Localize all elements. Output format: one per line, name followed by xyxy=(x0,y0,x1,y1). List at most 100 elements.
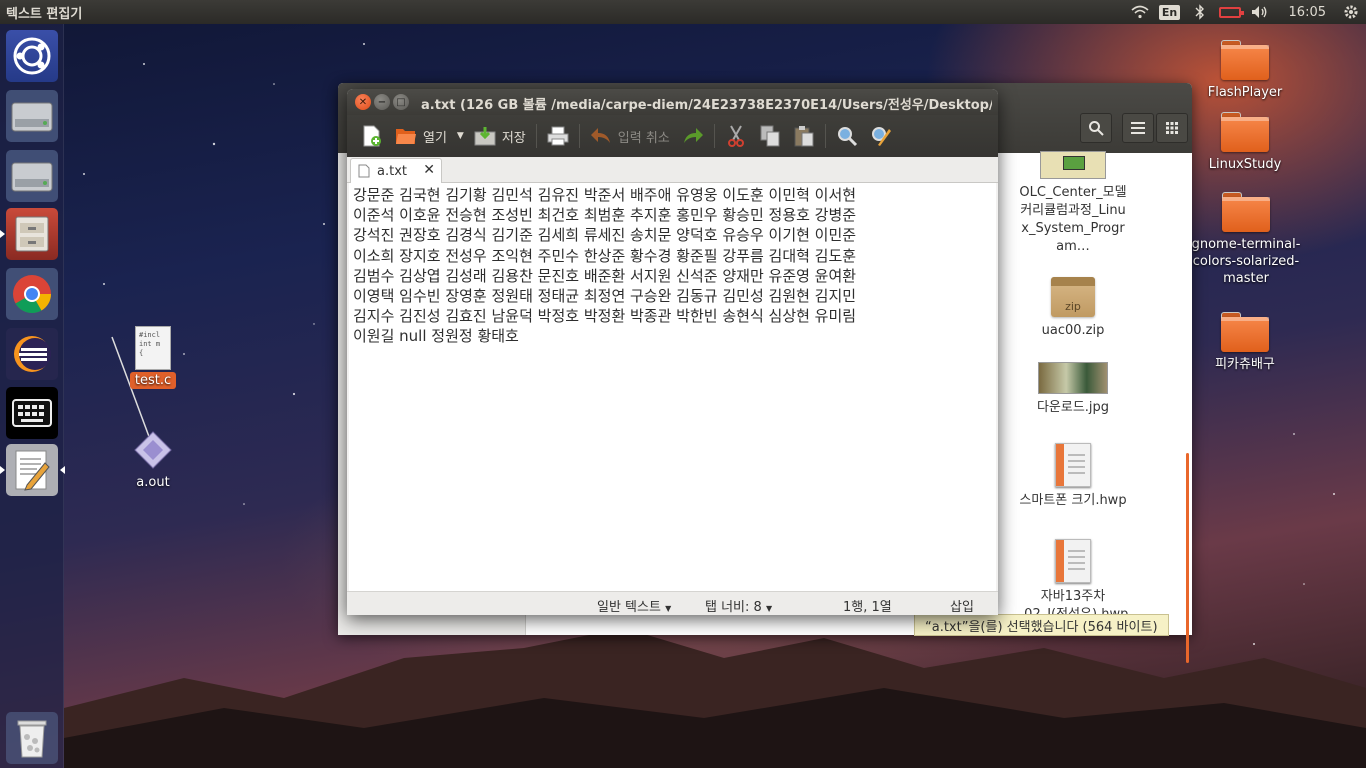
desktop-icon-label: test.c xyxy=(129,372,177,389)
desktop-folder-pikachu[interactable]: 피카츄배구 xyxy=(1198,312,1292,373)
trash-icon[interactable] xyxy=(6,712,58,764)
chevron-down-icon: ▼ xyxy=(665,604,672,613)
undo-button[interactable]: 입력 취소 xyxy=(584,121,676,151)
new-document-button[interactable] xyxy=(355,121,389,151)
top-panel: 텍스트 편집기 En 16:05 xyxy=(0,0,1366,24)
close-window-button[interactable]: ✕ xyxy=(355,94,371,110)
desktop-icon-label: FlashPlayer xyxy=(1207,85,1283,100)
desktop-folder-gnome-terminal-colors[interactable]: gnome-terminal-colors-solarized-master xyxy=(1190,192,1302,287)
search-icon xyxy=(836,125,858,147)
executable-file-icon xyxy=(134,431,172,469)
language-label: 일반 텍스트 xyxy=(597,600,661,615)
file-item-uac00-zip[interactable]: zip uac00.zip xyxy=(998,277,1148,340)
clock[interactable]: 16:05 xyxy=(1275,5,1336,20)
file-manager-icon[interactable] xyxy=(0,208,58,260)
search-icon[interactable] xyxy=(1080,113,1112,143)
text-line: 강석진 권장호 김경식 김기준 김세희 류세진 송치문 양덕호 유승우 이기현 … xyxy=(353,226,857,245)
wifi-icon[interactable] xyxy=(1125,0,1155,24)
ubuntu-logo-icon[interactable] xyxy=(6,30,58,82)
keyboard-layout-label: En xyxy=(1158,4,1181,20)
document-tab[interactable]: a.txt ✕ xyxy=(350,158,442,183)
gear-icon[interactable] xyxy=(1336,0,1366,24)
print-button[interactable] xyxy=(541,121,575,151)
tab-width-selector[interactable]: 탭 너비: 8 ▼ xyxy=(705,596,772,615)
launcher xyxy=(0,24,65,768)
desktop-icon-label: 피카츄배구 xyxy=(1215,357,1275,372)
text-line: 이영택 임수빈 장영훈 정원태 정태균 최정연 구승완 김동규 김민성 김원현 … xyxy=(353,287,857,306)
desktop-folder-flashplayer[interactable]: FlashPlayer xyxy=(1198,40,1292,101)
battery-icon[interactable] xyxy=(1215,0,1245,24)
eclipse-icon[interactable] xyxy=(6,328,58,380)
text-editor-icon[interactable] xyxy=(0,444,65,496)
find-replace-button[interactable] xyxy=(864,121,898,151)
save-button[interactable]: 저장 xyxy=(468,121,532,151)
minimize-window-button[interactable]: − xyxy=(374,94,390,110)
text-line: 이소희 장지호 전성우 조익현 주민수 한상준 황수경 황준필 강푸름 김대혁 … xyxy=(353,246,857,265)
image-thumbnail-icon xyxy=(1038,362,1108,394)
undo-button-label: 입력 취소 xyxy=(617,130,670,146)
file-item-label: uac00.zip xyxy=(1041,323,1105,338)
text-line: 강문준 김국현 김기황 김민석 김유진 박준서 배주애 유영웅 이도훈 이민혁 … xyxy=(353,186,857,204)
title-bar[interactable]: ✕ − □ a.txt (126 GB 볼륨 /media/carpe-diem… xyxy=(347,89,998,115)
language-selector[interactable]: 일반 텍스트 ▼ xyxy=(597,596,671,615)
file-item-download-jpg[interactable]: 다운로드.jpg xyxy=(998,362,1148,417)
text-line: 김범수 김상엽 김성래 김용찬 문진호 배준환 서지원 신석준 양재만 유준영 … xyxy=(353,266,857,285)
grid-view-icon[interactable] xyxy=(1156,113,1188,143)
volume-icon[interactable] xyxy=(1245,0,1275,24)
desktop-file-test-c[interactable]: #incl int m { test.c xyxy=(128,326,178,389)
file-item-java13-hwp[interactable]: 자바13주차_02_I(전성우).hwp xyxy=(998,539,1148,624)
find-button[interactable] xyxy=(830,121,864,151)
text-editor-area[interactable]: 강문준 김국현 김기황 김민석 김유진 박준서 배주애 유영웅 이도훈 이민혁 … xyxy=(349,183,996,591)
open-recent-dropdown[interactable]: ▼ xyxy=(453,121,468,151)
file-item-smartphone-hwp[interactable]: 스마트폰 크기.hwp xyxy=(998,443,1148,510)
paste-button[interactable] xyxy=(787,121,821,151)
paste-icon xyxy=(793,125,815,147)
scrollbar[interactable] xyxy=(1186,453,1189,663)
desktop-folder-linuxstudy[interactable]: LinuxStudy xyxy=(1198,112,1292,173)
system-tray: En 16:05 xyxy=(1125,0,1366,24)
text-line: 이준석 이호윤 전승현 조성빈 최건호 최범훈 추지훈 홍민우 황승민 정용호 … xyxy=(353,206,857,225)
toolbar: 열기 ▼ 저장 입력 취소 xyxy=(347,115,998,157)
maximize-window-button[interactable]: □ xyxy=(393,94,409,110)
folder-icon xyxy=(1222,192,1270,232)
text-line: 이원길 null 정원정 황태호 xyxy=(353,327,519,346)
redo-button[interactable] xyxy=(676,121,710,151)
printer-icon xyxy=(547,125,569,147)
text-editor-window: ✕ − □ a.txt (126 GB 볼륨 /media/carpe-diem… xyxy=(347,89,998,615)
bluetooth-icon[interactable] xyxy=(1185,0,1215,24)
hard-drive-icon[interactable] xyxy=(6,90,58,142)
chevron-down-icon: ▼ xyxy=(765,604,773,613)
terminal-icon[interactable] xyxy=(6,387,58,439)
list-view-icon[interactable] xyxy=(1122,113,1154,143)
keyboard-layout-icon[interactable]: En xyxy=(1155,0,1185,24)
undo-arrow-icon xyxy=(590,125,612,147)
active-app-title: 텍스트 편집기 xyxy=(6,6,83,22)
hard-drive-icon[interactable] xyxy=(6,150,58,202)
copy-icon xyxy=(759,125,781,147)
open-button-label: 열기 xyxy=(423,130,447,146)
document-icon xyxy=(1055,443,1091,487)
find-replace-icon xyxy=(870,125,892,147)
desktop-file-a-out[interactable]: a.out xyxy=(128,430,178,491)
folder-open-icon xyxy=(395,125,417,147)
chevron-down-icon: ▼ xyxy=(456,131,464,141)
chrome-icon[interactable] xyxy=(6,268,58,320)
redo-arrow-icon xyxy=(682,125,704,147)
document-tabs: a.txt ✕ xyxy=(347,157,998,183)
insert-mode: 삽입 xyxy=(950,600,974,615)
folder-icon xyxy=(1221,40,1269,80)
close-tab-icon[interactable]: ✕ xyxy=(423,162,435,178)
desktop-icon-label: a.out xyxy=(136,475,170,490)
file-item-olc-center[interactable]: OLC_Center_모델커리큘럼과정_Linux_System_Program… xyxy=(998,151,1148,256)
desktop-icon-label: LinuxStudy xyxy=(1208,157,1282,172)
tab-width-label: 탭 너비: 8 xyxy=(705,600,762,615)
copy-button[interactable] xyxy=(753,121,787,151)
document-icon xyxy=(1055,539,1091,583)
open-button[interactable]: 열기 xyxy=(389,121,453,151)
window-title: a.txt (126 GB 볼륨 /media/carpe-diem/24E23… xyxy=(421,98,992,113)
desktop-icon-label: gnome-terminal-colors-solarized-master xyxy=(1191,237,1301,286)
text-line: 김지수 김진성 김효진 남윤덕 박정호 박정환 박종관 박한빈 송현식 심상현 … xyxy=(353,307,857,326)
cut-button[interactable] xyxy=(719,121,753,151)
file-item-label: 스마트폰 크기.hwp xyxy=(1019,493,1127,508)
folder-icon xyxy=(1221,312,1269,352)
